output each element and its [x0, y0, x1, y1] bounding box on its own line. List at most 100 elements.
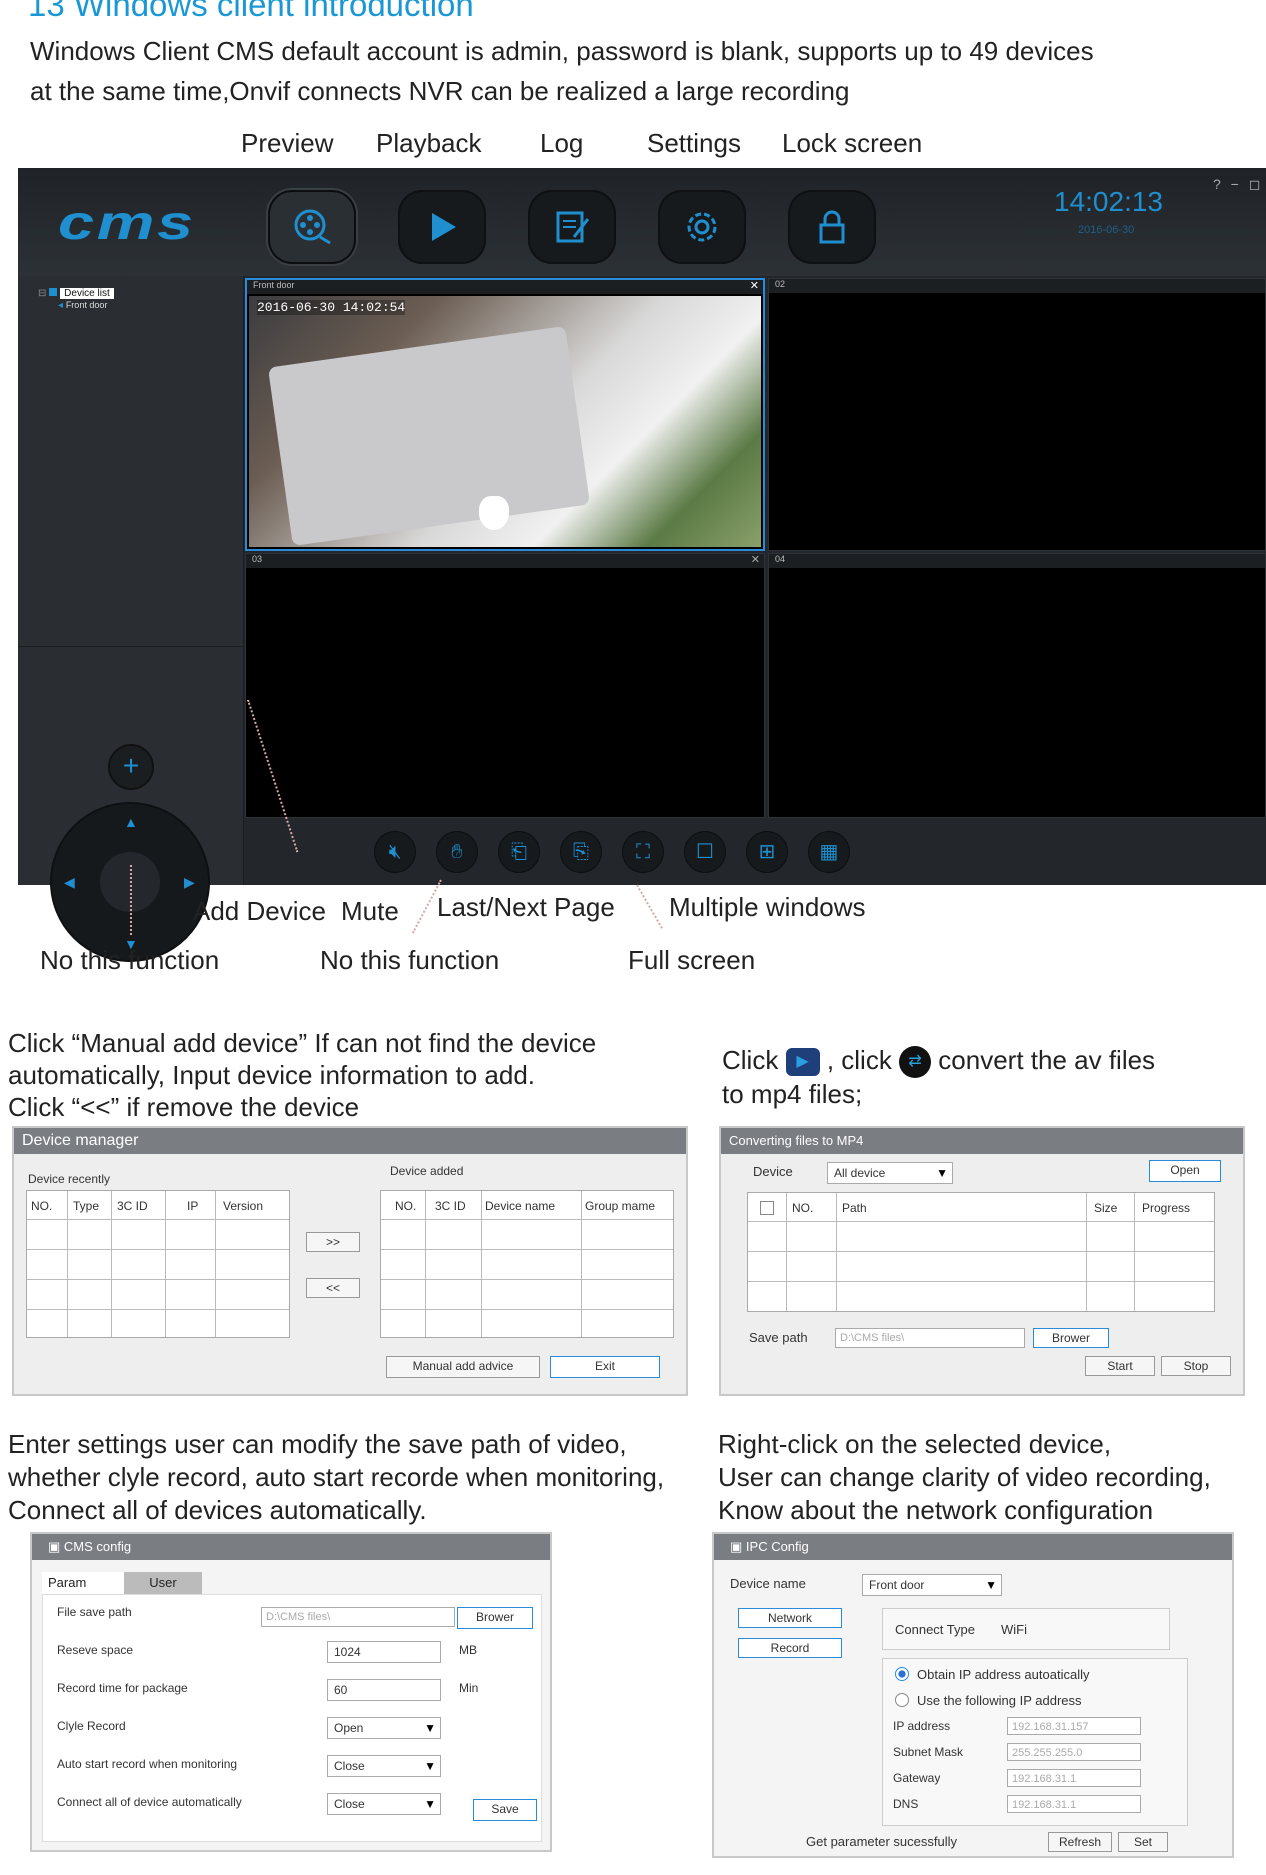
dns-input[interactable]: 192.168.31.1 [1007, 1795, 1141, 1813]
convert-icon: ⇄ [899, 1046, 932, 1079]
exit-button[interactable]: Exit [550, 1356, 660, 1378]
gateway-input[interactable]: 192.168.31.1 [1007, 1769, 1141, 1787]
subnet-mask-input[interactable]: 255.255.255.0 [1007, 1743, 1141, 1761]
close-icon[interactable]: ✕ [751, 553, 760, 566]
tab-param[interactable]: Param [42, 1572, 124, 1594]
hand-button[interactable]: ✋︎ [436, 831, 478, 873]
next-page-button[interactable]: ⎘ [560, 831, 602, 873]
tree-device-list[interactable]: Device list [60, 288, 114, 299]
added-devices-table[interactable]: NO. 3C ID Device name Group mame [380, 1190, 674, 1338]
video-pane-1[interactable]: Front door ✕ 2016-06-30 14:02:54 [245, 278, 765, 551]
device-select-value: All device [834, 1166, 886, 1180]
section-4-line-1: Right-click on the selected device, [718, 1429, 1112, 1459]
annotation-multiple-windows: Multiple windows [669, 892, 866, 922]
pane-2-title: 02 [775, 279, 786, 289]
device-name-select[interactable]: Front door ▼ [862, 1574, 1002, 1596]
record-time-unit: Min [459, 1681, 479, 1695]
add-device-button[interactable]: + [108, 744, 154, 790]
record-button[interactable]: Record [738, 1638, 842, 1658]
col-version: Version [223, 1199, 264, 1213]
auto-connect-select[interactable]: Close ▼ [327, 1793, 441, 1815]
single-window-icon: ☐ [696, 841, 714, 863]
converter-dialog: Converting files to MP4 Device All devic… [719, 1126, 1245, 1396]
video-pane-4[interactable]: 04 [768, 553, 1266, 818]
cms-logo: cms [58, 197, 196, 250]
record-time-label: Record time for package [57, 1681, 188, 1695]
device-sidebar: ⊟ Device list ◂ Front door + ▲ ▼ ◀ ▶ [18, 276, 244, 962]
single-window-button[interactable]: ☐ [684, 831, 726, 873]
tree-front-door[interactable]: Front door [66, 300, 108, 310]
ip-address-input[interactable]: 192.168.31.157 [1007, 1717, 1141, 1735]
auto-start-select[interactable]: Close ▼ [327, 1755, 441, 1777]
window-controls[interactable]: ? − ◻ [1213, 176, 1263, 193]
open-button[interactable]: Open [1149, 1160, 1221, 1182]
col-group-name: Group mame [585, 1199, 656, 1213]
radio-manual[interactable] [895, 1693, 909, 1707]
device-manager-dialog: Device manager Device recently Device ad… [12, 1126, 688, 1396]
radio-auto-label: Obtain IP address autoatically [917, 1667, 1090, 1682]
auto-start-label: Auto start record when monitoring [57, 1757, 238, 1771]
record-time-input[interactable]: 60 [327, 1679, 441, 1701]
ptz-up-icon[interactable]: ▲ [124, 814, 138, 830]
manual-add-button[interactable]: Manual add advice [386, 1356, 540, 1378]
log-button[interactable] [528, 190, 616, 264]
remove-from-list-button[interactable]: << [306, 1278, 360, 1298]
preview-button[interactable] [268, 190, 356, 264]
cms-app-window: cms 14:02:13 2016-06-30 ? − ◻ ⊟ Device l… [18, 168, 1266, 962]
settings-button[interactable] [658, 190, 746, 264]
auto-connect-value: Close [334, 1797, 365, 1811]
ptz-left-icon[interactable]: ◀ [64, 874, 75, 891]
save-button[interactable]: Save [473, 1799, 537, 1821]
four-window-button[interactable]: ⊞ [746, 831, 788, 873]
reserve-space-label: Reseve space [57, 1643, 134, 1657]
refresh-button[interactable]: Refresh [1048, 1832, 1112, 1852]
leader-line [636, 884, 663, 929]
video-pane-2[interactable]: 02 [768, 278, 1266, 551]
device-recently-label: Device recently [28, 1172, 111, 1186]
device-label: Device [753, 1164, 793, 1179]
ptz-right-icon[interactable]: ▶ [184, 874, 195, 891]
recent-devices-table[interactable]: NO. Type 3C ID IP Version [26, 1190, 290, 1338]
hand-icon: ✋︎ [451, 841, 463, 863]
start-button[interactable]: Start [1085, 1356, 1155, 1376]
fullscreen-icon: ⛶ [636, 841, 650, 863]
reserve-space-input[interactable]: 1024 [327, 1641, 441, 1663]
video-pane-3[interactable]: 03 ✕ [245, 553, 765, 818]
brower-button[interactable]: Brower [457, 1607, 533, 1629]
cycle-record-select[interactable]: Open ▼ [327, 1717, 441, 1739]
intro-line-2: at the same time,Onvif connects NVR can … [30, 76, 850, 106]
log-icon [556, 211, 590, 243]
network-button[interactable]: Network [738, 1608, 842, 1628]
fullscreen-button[interactable]: ⛶ [622, 831, 664, 873]
brower-button[interactable]: Brower [1033, 1328, 1109, 1348]
tab-user[interactable]: User [124, 1572, 202, 1594]
playback-button[interactable] [398, 190, 486, 264]
cycle-record-value: Open [334, 1721, 364, 1735]
file-save-path-input[interactable]: D:\CMS files\ [261, 1607, 455, 1627]
stop-button[interactable]: Stop [1161, 1356, 1231, 1376]
device-select[interactable]: All device ▼ [827, 1162, 953, 1184]
last-page-button[interactable]: ⎗ [498, 831, 540, 873]
set-button[interactable]: Set [1118, 1832, 1168, 1852]
col-3c-id: 3C ID [117, 1199, 148, 1213]
page-heading: 13 Windows client introduction [28, 0, 474, 23]
mute-button[interactable]: 🔇︎ [374, 831, 416, 873]
add-to-list-button[interactable]: >> [306, 1232, 360, 1252]
select-all-checkbox[interactable] [760, 1201, 774, 1215]
save-path-input[interactable]: D:\CMS files\ [835, 1328, 1025, 1348]
section-2-line-1: Click ▶ , click ⇄ convert the av files [722, 1044, 1155, 1079]
section-1-line-2: automatically, Input device information … [8, 1060, 536, 1090]
lock-screen-button[interactable] [788, 190, 876, 264]
cms-config-title: CMS config [63, 1539, 132, 1554]
close-icon[interactable]: ✕ [750, 279, 759, 292]
label-lock-screen: Lock screen [782, 128, 923, 158]
ipc-config-title: IPC Config [745, 1539, 809, 1554]
chevron-down-icon: ▼ [424, 1759, 436, 1773]
multi-window-button[interactable]: ▦ [808, 831, 850, 873]
col-progress: Progress [1142, 1201, 1191, 1215]
lock-icon [819, 210, 845, 244]
annotation-last-next: Last/Next Page [437, 892, 615, 922]
files-table[interactable]: NO. Path Size Progress [747, 1192, 1215, 1312]
radio-auto[interactable] [895, 1667, 909, 1681]
auto-start-value: Close [334, 1759, 365, 1773]
